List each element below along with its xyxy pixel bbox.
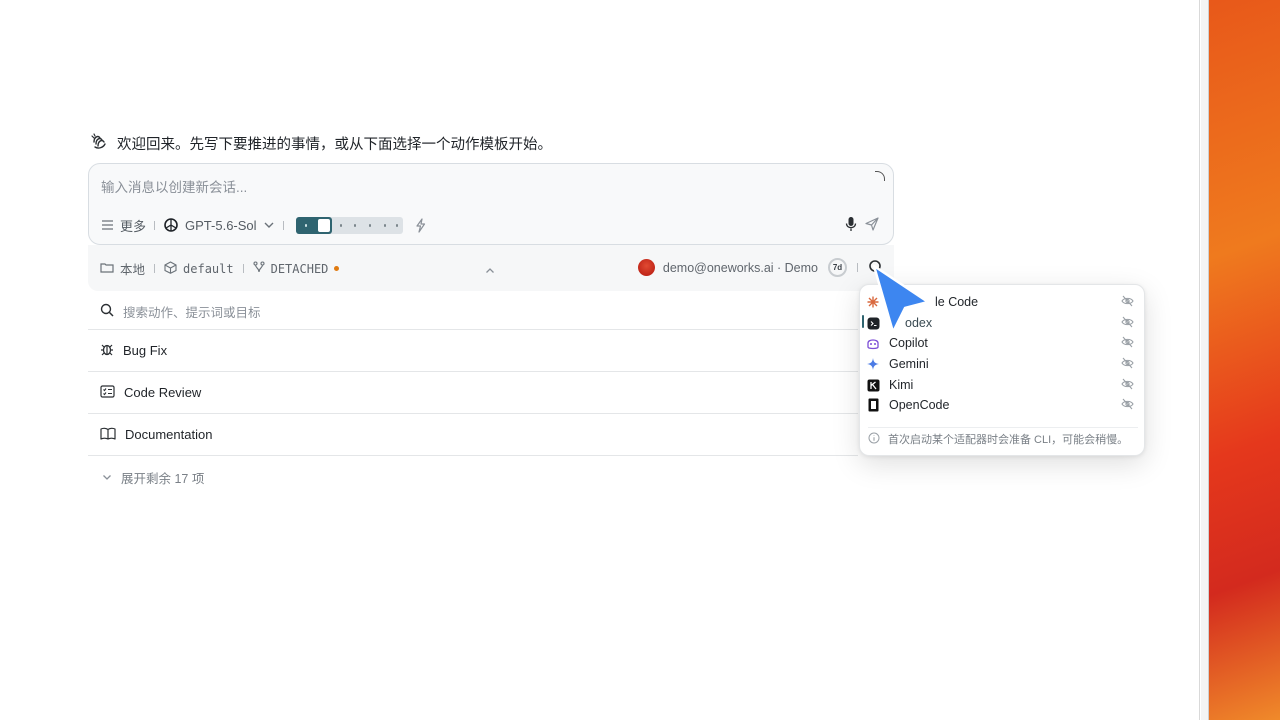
branch-status-dot (334, 266, 340, 271)
adapter-item-kimi[interactable]: Kimi (866, 375, 1140, 395)
location-label[interactable]: 本地 (120, 259, 145, 278)
slider-step (383, 224, 387, 227)
kimi-icon (866, 378, 880, 392)
adapter-note: 首次启动某个适配器时会准备 CLI，可能会稍慢。 (868, 431, 1128, 447)
adapter-label: Kimi (889, 378, 914, 392)
info-icon (868, 432, 880, 447)
chevron-down-icon[interactable] (263, 221, 275, 229)
toolbar-divider (282, 220, 284, 230)
adapter-label: le Code (935, 295, 979, 309)
toolbar-divider (154, 220, 156, 230)
eye-off-icon[interactable] (1121, 336, 1134, 351)
adapter-note-text: 首次启动某个适配器时会准备 CLI，可能会稍慢。 (888, 434, 1129, 446)
action-item-label: Bug Fix (123, 343, 168, 358)
folder-icon (100, 262, 114, 276)
more-button[interactable]: 更多 (120, 216, 146, 235)
search-icon (100, 303, 114, 320)
waving-hand-icon (90, 132, 108, 154)
expand-more-label: 展开剩余 17 项 (121, 471, 205, 486)
usage-badge[interactable]: 7d (828, 258, 847, 277)
chevron-up-icon[interactable] (485, 261, 495, 279)
cube-icon (164, 260, 177, 277)
app-window: 欢迎回来。先写下要推进的事情，或从下面选择一个动作模板开始。 输入消息以创建新会… (0, 0, 1200, 720)
microphone-icon[interactable] (845, 216, 857, 237)
adapter-label: OpenCode (889, 398, 950, 412)
checklist-icon (100, 384, 115, 401)
avatar[interactable] (637, 259, 655, 276)
session-status-bar: 本地 default DETACHED demo@oneworks.ai · D… (88, 245, 894, 291)
slider-knob[interactable] (317, 218, 330, 232)
slider-step (304, 224, 308, 227)
account-label[interactable]: demo@oneworks.ai · Demo (663, 261, 818, 275)
eye-off-icon[interactable] (1121, 316, 1134, 331)
slider-step (368, 224, 372, 227)
book-icon (100, 427, 116, 443)
eye-off-icon[interactable] (1121, 295, 1134, 310)
adapter-label: Gemini (889, 357, 929, 371)
status-divider (154, 264, 156, 273)
composer-toolbar: 更多 GPT-5.6-Sol (101, 215, 426, 235)
gemini-icon (866, 357, 880, 371)
welcome-text: 欢迎回来。先写下要推进的事情，或从下面选择一个动作模板开始。 (117, 136, 552, 153)
bug-icon (100, 342, 114, 359)
eye-off-icon[interactable] (1121, 357, 1134, 372)
message-input[interactable]: 输入消息以创建新会话... (101, 176, 247, 196)
slider-step (339, 224, 343, 227)
send-icon[interactable] (865, 217, 879, 236)
action-item-code-review[interactable]: Code Review (88, 372, 858, 414)
slider-step (395, 224, 399, 227)
search-input[interactable]: 搜索动作、提示词或目标 (123, 302, 261, 321)
action-item-bug-fix[interactable]: Bug Fix (88, 330, 858, 372)
expand-more-button[interactable]: 展开剩余 17 项 (88, 464, 388, 490)
active-indicator (862, 315, 864, 328)
git-branch-icon (253, 261, 265, 276)
lightning-icon[interactable] (415, 217, 426, 233)
desktop-wallpaper (1201, 0, 1280, 720)
eye-off-icon[interactable] (1121, 398, 1134, 413)
eye-off-icon[interactable] (1121, 378, 1134, 393)
environment-label[interactable]: default (183, 262, 234, 276)
action-item-label: Code Review (124, 385, 202, 400)
welcome-message: 欢迎回来。先写下要推进的事情，或从下面选择一个动作模板开始。 (90, 132, 552, 154)
adapter-item-gemini[interactable]: Gemini (866, 354, 1140, 374)
mouse-cursor-icon (872, 264, 930, 334)
status-divider (857, 263, 858, 272)
branch-label[interactable]: DETACHED (271, 262, 329, 276)
slider-step (353, 224, 357, 227)
menu-divider (868, 427, 1138, 428)
openai-icon (163, 217, 179, 233)
action-item-label: Documentation (125, 427, 213, 442)
message-composer: 输入消息以创建新会话... 更多 GPT-5.6-Sol (88, 163, 894, 245)
model-selector[interactable]: GPT-5.6-Sol (185, 218, 257, 233)
loading-spinner-icon (875, 171, 885, 181)
window-edge (1201, 0, 1209, 720)
adapter-item-opencode[interactable]: OpenCode (866, 395, 1140, 415)
status-divider (242, 264, 244, 273)
menu-icon[interactable] (101, 220, 114, 230)
action-search[interactable]: 搜索动作、提示词或目标 (88, 294, 858, 330)
chevron-down-icon (102, 470, 112, 484)
opencode-icon (866, 398, 880, 412)
reasoning-level-slider[interactable] (295, 216, 403, 234)
action-item-documentation[interactable]: Documentation (88, 414, 858, 456)
